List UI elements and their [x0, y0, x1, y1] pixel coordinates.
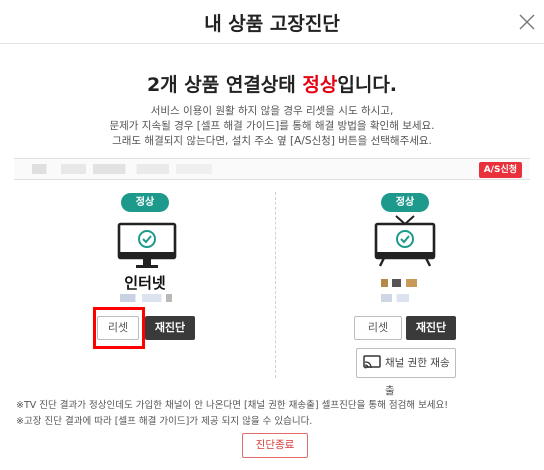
description-line: 서비스 이용이 원활 하지 않을 경우 리셋을 시도 하시고, — [150, 105, 394, 117]
as-request-button[interactable]: A/S신청 — [478, 162, 522, 178]
headline-status: 정상 — [302, 74, 338, 96]
close-icon[interactable] — [518, 13, 536, 31]
reset-button[interactable]: 리셋 — [97, 316, 139, 340]
channel-resend-label: 채널 권한 재송출 — [385, 357, 450, 397]
description-line: 문제가 지속될 경우 [셀프 해결 가이드]를 통해 해결 방법을 확인해 보세… — [109, 120, 435, 132]
note-line: ※TV 진단 결과가 정상인데도 가입한 채널이 안 나온다면 [채널 권한 재… — [16, 400, 449, 411]
note-line: ※고장 진단 결과에 따라 [셀프 해결 가이드]가 제공 되지 않을 수 있습… — [16, 416, 313, 427]
blurred-address — [32, 164, 212, 174]
status-badge: 정상 — [381, 193, 429, 212]
rediagnose-button[interactable]: 재진단 — [145, 316, 195, 340]
diagnosis-headline: 2개 상품 연결상태 정상입니다. — [0, 70, 544, 97]
blurred-device-label — [381, 279, 417, 287]
blurred-device-info — [381, 294, 409, 302]
modal-header: 내 상품 고장진단 — [0, 0, 544, 44]
install-address-bar: A/S신청 — [14, 158, 530, 180]
headline-suffix: 입니다. — [337, 74, 398, 96]
reset-button[interactable]: 리셋 — [354, 316, 402, 340]
monitor-check-icon — [117, 222, 177, 276]
device-name-internet: 인터넷 — [124, 274, 166, 292]
diagnosis-description: 서비스 이용이 원활 하지 않을 경우 리셋을 시도 하시고, 문제가 지속될 … — [0, 104, 544, 149]
modal-title: 내 상품 고장진단 — [204, 13, 340, 35]
status-badge: 정상 — [121, 193, 169, 212]
description-line: 그래도 해결되지 않는다면, 설치 주소 옆 [A/S신청] 버튼을 선택해주세… — [112, 135, 432, 147]
end-diagnosis-button[interactable]: 진단종료 — [242, 433, 308, 458]
headline-prefix: 2개 상품 연결상태 — [146, 74, 303, 96]
cast-icon — [363, 355, 381, 369]
channel-resend-button[interactable]: 채널 권한 재송출 — [356, 348, 456, 397]
rediagnose-button[interactable]: 재진단 — [406, 316, 456, 340]
tv-check-icon — [374, 214, 436, 274]
blurred-device-info — [120, 294, 172, 302]
